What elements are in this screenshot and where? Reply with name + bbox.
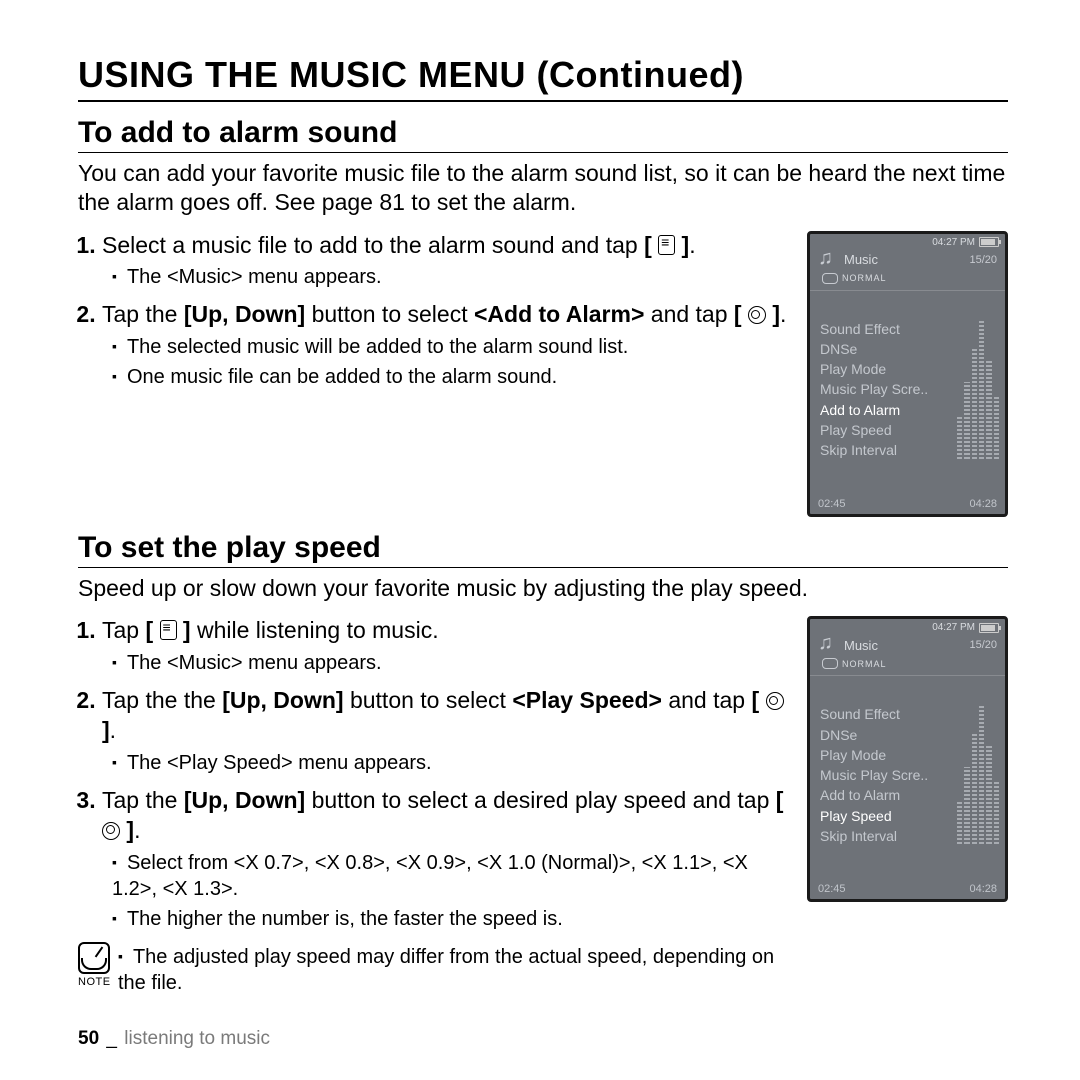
ps-step-1-note: The <Music> menu appears. (112, 650, 793, 676)
device-mode: NORMAL (842, 273, 887, 283)
repeat-icon (822, 273, 838, 284)
device-track-count: 15/20 (969, 254, 997, 266)
device-menu-list: Sound Effect DNSe Play Mode Music Play S… (818, 704, 957, 846)
menu-icon (160, 620, 177, 640)
page-title: USING THE MUSIC MENU (Continued) (78, 54, 1008, 102)
page-footer: 50 _ listening to music (78, 1028, 270, 1050)
repeat-icon (822, 658, 838, 669)
ps-step-2: Tap the the [Up, Down] button to select … (102, 686, 793, 776)
equalizer-icon (957, 319, 1005, 461)
step-2: Tap the [Up, Down] button to select <Add… (102, 300, 793, 390)
note-label: NOTE (78, 976, 108, 988)
device-screenshot-alarm: 04:27 PM Music 15/20 NORMAL Sound Effect… (807, 231, 1008, 517)
battery-icon (979, 237, 999, 247)
page-number: 50 (78, 1028, 99, 1049)
note-icon: NOTE (78, 942, 108, 988)
step-1-text: Select a music file to add to the alarm … (102, 232, 644, 258)
step-2-note-2: One music file can be added to the alarm… (112, 364, 793, 390)
section-intro-playspeed: Speed up or slow down your favorite musi… (78, 574, 1008, 603)
music-note-icon (818, 634, 840, 656)
ps-step-3-note-1: Select from <X 0.7>, <X 0.8>, <X 0.9>, <… (112, 850, 793, 902)
ps-step-1: Tap [ ] while listening to music. The <M… (102, 616, 793, 676)
device-menu-list: Sound Effect DNSe Play Mode Music Play S… (818, 319, 957, 461)
footer-separator: _ (106, 1028, 117, 1049)
device-menu-highlight: Add to Alarm (818, 400, 957, 420)
ps-step-2-note: The <Play Speed> menu appears. (112, 750, 793, 776)
section-title-alarm: To add to alarm sound (78, 116, 1008, 153)
note-text: The adjusted play speed may differ from … (118, 942, 793, 996)
device-title: Music (844, 638, 878, 653)
music-note-icon (818, 249, 840, 271)
step-1-note: The <Music> menu appears. (112, 264, 793, 290)
select-icon (766, 692, 784, 710)
ps-step-3: Tap the [Up, Down] button to select a de… (102, 786, 793, 932)
device-clock: 04:27 PM (932, 622, 975, 633)
device-menu-highlight: Play Speed (818, 806, 957, 826)
select-icon (102, 822, 120, 840)
device-screenshot-playspeed: 04:27 PM Music 15/20 NORMAL Sound Effect… (807, 616, 1008, 902)
ps-step-3-note-2: The higher the number is, the faster the… (112, 906, 793, 932)
device-title: Music (844, 252, 878, 267)
device-clock: 04:27 PM (932, 237, 975, 248)
device-time-right: 04:28 (969, 883, 997, 895)
device-time-right: 04:28 (969, 498, 997, 510)
step-1: Select a music file to add to the alarm … (102, 231, 793, 291)
device-track-count: 15/20 (969, 639, 997, 651)
battery-icon (979, 623, 999, 633)
section-intro-alarm: You can add your favorite music file to … (78, 159, 1008, 217)
equalizer-icon (957, 704, 1005, 846)
section-title-playspeed: To set the play speed (78, 531, 1008, 568)
device-time-left: 02:45 (818, 498, 846, 510)
step-2-note-1: The selected music will be added to the … (112, 334, 793, 360)
footer-section: listening to music (124, 1028, 270, 1049)
device-time-left: 02:45 (818, 883, 846, 895)
menu-icon (658, 235, 675, 255)
device-mode: NORMAL (842, 659, 887, 669)
select-icon (748, 306, 766, 324)
